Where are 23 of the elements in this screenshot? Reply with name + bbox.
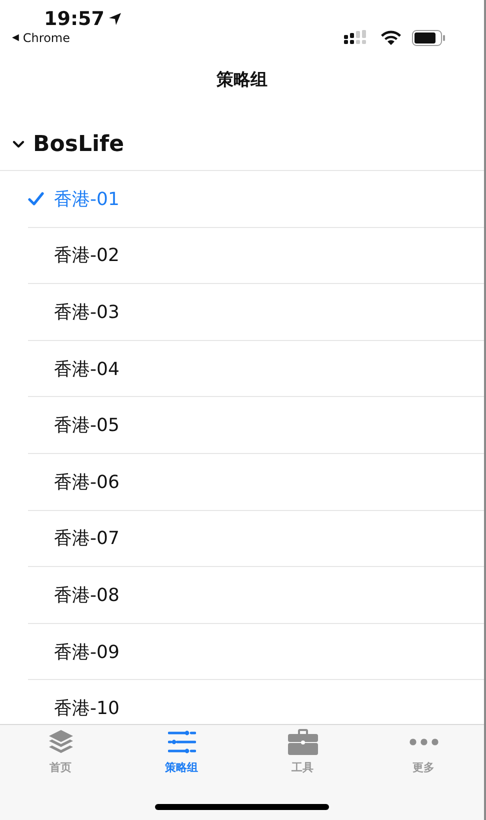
toolbox-icon <box>288 729 318 755</box>
tab-item[interactable]: 策略组 <box>121 725 242 775</box>
group-title[interactable]: BosLife <box>33 132 124 156</box>
list-row[interactable]: 香港-08 <box>28 567 484 624</box>
list-row[interactable]: 香港-02 <box>28 228 484 284</box>
wifi-icon <box>380 30 402 46</box>
battery-icon <box>412 30 446 46</box>
clock-time: 19:57 <box>44 8 104 30</box>
list-row[interactable]: 香港-01 <box>28 171 484 228</box>
back-link[interactable]: Chrome <box>22 31 70 45</box>
list-row[interactable]: 香港-04 <box>28 340 484 398</box>
list-row[interactable]: 香港-09 <box>28 624 484 680</box>
list-row[interactable]: 香港-07 <box>28 510 484 568</box>
sliders-icon <box>168 730 196 754</box>
list-row[interactable]: 香港-03 <box>28 284 484 341</box>
list-row[interactable]: 香港-06 <box>28 454 484 511</box>
location-arrow-icon <box>108 12 122 26</box>
checkmark-icon <box>28 192 44 206</box>
layers-icon <box>48 729 74 755</box>
list-row[interactable]: 香港-05 <box>28 397 484 454</box>
back-arrow[interactable]: ◀ <box>12 33 19 43</box>
more-icon <box>408 738 438 746</box>
screen-title: 策略组 <box>216 68 268 90</box>
